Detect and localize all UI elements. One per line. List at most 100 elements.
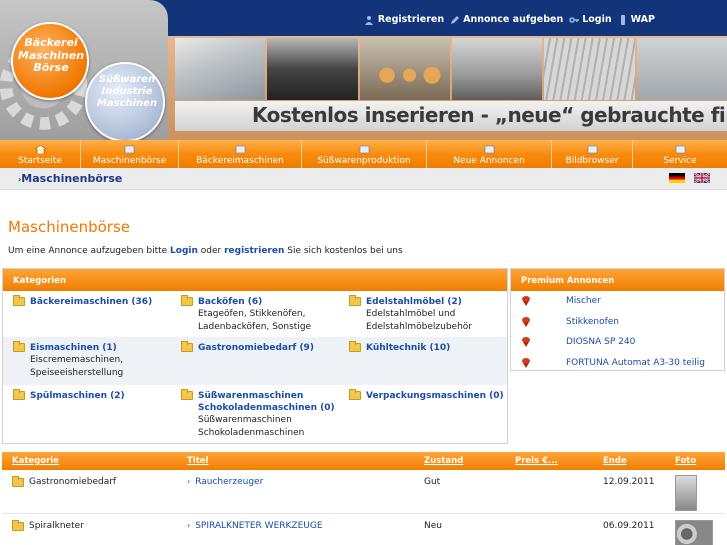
- premium-heading: Premium Annoncen: [511, 269, 724, 291]
- category-link[interactable]: Spülmaschinen (2): [30, 390, 125, 402]
- premium-link[interactable]: Stikkenofen: [566, 317, 619, 327]
- category-description: Süßwarenmaschinen Schokoladenmaschinen: [198, 415, 305, 438]
- row-photo-cell: [675, 470, 725, 513]
- row-photo-cell: [675, 514, 725, 545]
- site-header: Kostenlos inserieren - „neue“ gebrauchte…: [0, 0, 727, 140]
- listing-thumbnail[interactable]: [675, 520, 713, 545]
- row-price: [515, 514, 603, 545]
- premium-item[interactable]: FORTUNA Automat A3-30 teilig: [511, 353, 724, 374]
- row-category-cell: Spiralkneter: [2, 514, 187, 545]
- award-ribbon-icon: [521, 357, 531, 368]
- column-header-titel[interactable]: Titel: [187, 452, 424, 470]
- row-condition: Gut: [424, 477, 441, 487]
- folder-icon: [181, 341, 193, 352]
- login-inline-link[interactable]: Login: [170, 246, 198, 256]
- nav-item-startseite[interactable]: Startseite: [0, 140, 81, 168]
- nav-item-suesswarenproduktion[interactable]: Süßwarenproduktion: [302, 140, 427, 168]
- machine-photo: [451, 38, 543, 100]
- table-row[interactable]: Gastronomiebedarf › Raucherzeuger Gut 12.…: [2, 470, 725, 514]
- category-cell: Backöfen (6) Etageöfen, Stikkenöfen, Lad…: [171, 291, 339, 337]
- category-link[interactable]: Kühltechnik (10): [366, 342, 450, 354]
- category-link[interactable]: Süßwarenmaschinen Schokoladenmaschinen (…: [198, 390, 339, 414]
- row-end-date: 12.09.2011: [603, 477, 655, 487]
- machine-photo: [267, 38, 358, 100]
- row-category-cell: Gastronomiebedarf: [2, 470, 187, 513]
- register-inline-link[interactable]: registrieren: [224, 246, 284, 256]
- category-link[interactable]: Gastronomiebedarf (9): [198, 342, 314, 354]
- row-category: Gastronomiebedarf: [29, 477, 117, 487]
- conveyor-photo: [544, 38, 635, 100]
- machine-photo: [636, 38, 727, 100]
- nav-item-maschinenboerse[interactable]: Maschinenbörse: [81, 140, 179, 168]
- category-link[interactable]: Bäckereimaschinen (36): [30, 296, 152, 308]
- folder-icon: [181, 389, 193, 400]
- key-icon: [569, 16, 580, 23]
- award-ribbon-icon: [521, 337, 531, 348]
- category-cell: Süßwarenmaschinen Schokoladenmaschinen (…: [171, 385, 339, 445]
- premium-item[interactable]: Stikkenofen: [511, 312, 724, 333]
- row-title-cell: › SPIRALKNETER WERKZEUGE: [187, 514, 424, 545]
- row-title-cell: › Raucherzeuger: [187, 470, 424, 513]
- row-condition: Neu: [424, 521, 442, 531]
- category-link[interactable]: Eismaschinen (1): [30, 342, 171, 354]
- login-link[interactable]: Login: [569, 14, 612, 25]
- home-icon: [34, 145, 46, 154]
- premium-item[interactable]: DIOSNA SP 240: [511, 332, 724, 353]
- folder-icon: [13, 389, 25, 400]
- premium-link[interactable]: DIOSNA SP 240: [566, 337, 635, 347]
- category-row: Eismaschinen (1) Eiscrememaschinen, Spei…: [3, 337, 507, 385]
- english-flag-icon[interactable]: [694, 173, 710, 183]
- column-header-foto[interactable]: Foto: [675, 452, 725, 470]
- wap-link[interactable]: WAP: [618, 14, 655, 25]
- bakery-photo: [359, 38, 450, 100]
- category-cell: Eismaschinen (1) Eiscrememaschinen, Spei…: [3, 337, 171, 385]
- row-title-link[interactable]: SPIRALKNETER WERKZEUGE: [195, 521, 322, 531]
- category-description: Eiscrememaschinen, Speiseeisherstellung: [30, 355, 124, 378]
- nav-icon: [235, 145, 245, 154]
- category-cell: Edelstahlmöbel (2) Edelstahlmöbel und Ed…: [339, 291, 507, 337]
- award-ribbon-icon: [521, 296, 531, 307]
- folder-icon: [13, 295, 25, 306]
- folder-icon: [12, 476, 24, 487]
- category-link[interactable]: Verpackungsmaschinen (0): [366, 390, 504, 402]
- user-add-icon: [364, 15, 373, 25]
- phone-icon: [620, 14, 625, 25]
- premium-item[interactable]: Mischer: [511, 291, 724, 312]
- sub-logo-text[interactable]: Süßwaren Industrie Maschinen: [87, 74, 167, 110]
- page-title: Maschinenbörse: [8, 218, 131, 236]
- premium-link[interactable]: Mischer: [566, 296, 601, 306]
- intro-text: Um eine Annonce aufzugeben bitte Login o…: [8, 246, 403, 256]
- row-title-link[interactable]: Raucherzeuger: [195, 477, 263, 487]
- nav-item-baeckereimaschinen[interactable]: Bäckereimaschinen: [179, 140, 302, 168]
- column-header-kategorie[interactable]: Kategorie: [2, 452, 187, 470]
- category-description: Etageöfen, Stikkenöfen, Ladenbacköfen, S…: [198, 309, 312, 332]
- machine-photo: [175, 38, 266, 100]
- logo-text[interactable]: Bäckerei Maschinen Börse: [13, 36, 89, 75]
- row-end-date: 06.09.2011: [603, 521, 655, 531]
- breadcrumb-bar: ›Maschinenbörse: [0, 168, 727, 190]
- table-row[interactable]: Spiralkneter › SPIRALKNETER WERKZEUGE Neu…: [2, 514, 725, 545]
- nav-item-neue-annoncen[interactable]: Neue Annoncen: [427, 140, 552, 168]
- column-header-zustand[interactable]: Zustand: [424, 452, 515, 470]
- nav-item-bildbrowser[interactable]: Bildbrowser: [552, 140, 633, 168]
- listing-thumbnail[interactable]: [675, 475, 697, 511]
- chevron-right-icon: ›: [187, 477, 191, 486]
- column-header-ende[interactable]: Ende: [603, 452, 675, 470]
- breadcrumb[interactable]: ›Maschinenbörse: [18, 172, 122, 185]
- top-links: Registrieren Annonce aufgeben Login WAP: [364, 14, 655, 25]
- column-header-preis[interactable]: Preis €...: [515, 452, 603, 470]
- listing-table-header: Kategorie Titel Zustand Preis €... Ende …: [2, 452, 725, 470]
- premium-link[interactable]: FORTUNA Automat A3-30 teilig: [566, 358, 705, 368]
- post-ad-link[interactable]: Annonce aufgeben: [450, 14, 563, 25]
- category-cell: Kühltechnik (10): [339, 337, 507, 385]
- german-flag-icon[interactable]: [669, 173, 685, 183]
- pencil-icon: [451, 15, 460, 24]
- register-link[interactable]: Registrieren: [364, 14, 444, 25]
- category-link[interactable]: Edelstahlmöbel (2): [366, 296, 507, 308]
- nav-item-service[interactable]: Service: [633, 140, 727, 168]
- folder-icon: [13, 341, 25, 352]
- nav-icon: [124, 145, 135, 154]
- category-cell: Verpackungsmaschinen (0): [339, 385, 507, 445]
- category-description: Edelstahlmöbel und Edelstahlmöbelzubehör: [366, 309, 472, 332]
- category-link[interactable]: Backöfen (6): [198, 296, 339, 308]
